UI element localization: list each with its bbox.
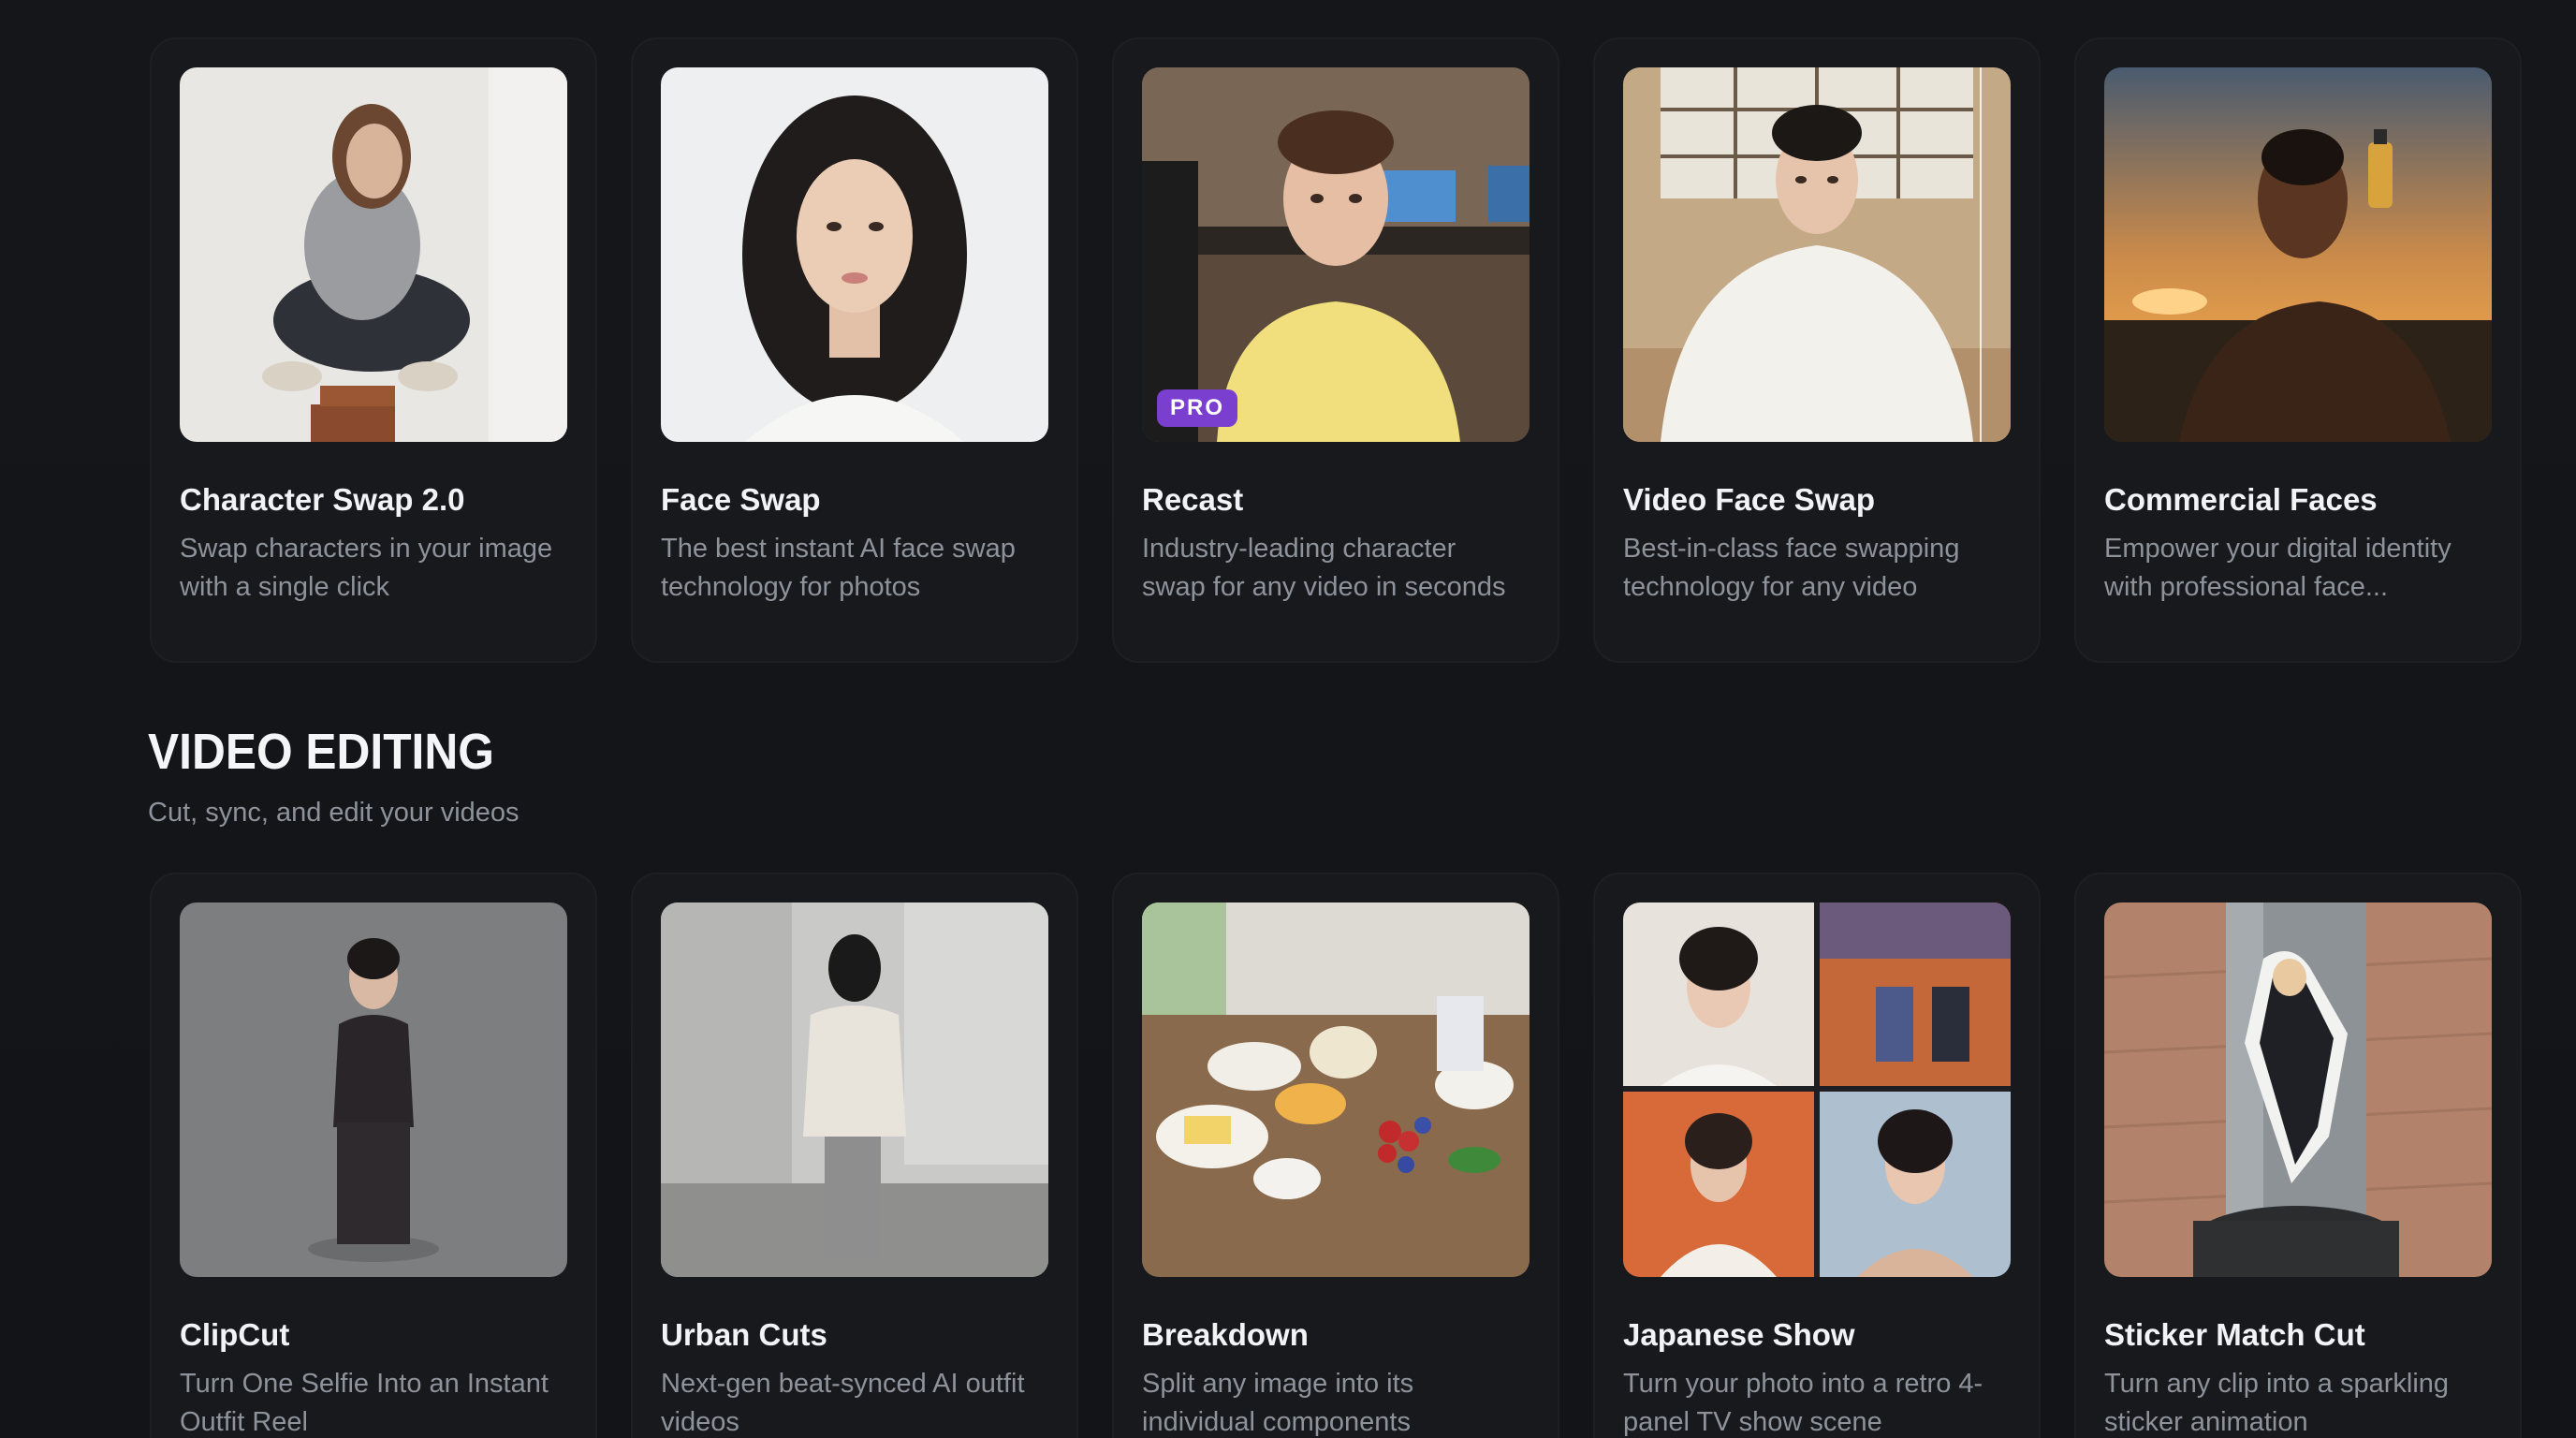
tool-card-description: Turn any clip into a sparkling sticker a…	[2104, 1368, 2450, 1437]
tool-card-description: Next-gen beat-synced AI outfit videos	[661, 1368, 1025, 1437]
video-face-swap-thumbnail	[1623, 67, 2011, 442]
page: Character Swap 2.0 Swap characters in yo…	[0, 0, 2576, 1438]
tool-card-face-swap[interactable]: Face Swap The best instant AI face swap …	[631, 37, 1078, 663]
tool-card-description: Split any image into its individual comp…	[1142, 1368, 1414, 1437]
tool-card-description: Turn One Selfie Into an Instant Outfit R…	[180, 1368, 549, 1437]
tool-card-title: Video Face Swap	[1623, 482, 1875, 517]
tool-card-title: Face Swap	[661, 482, 821, 517]
tool-card-japanese-show[interactable]: Japanese Show Turn your photo into a ret…	[1593, 873, 2041, 1438]
tool-card-title: Recast	[1142, 482, 1244, 517]
tool-card-character-swap[interactable]: Character Swap 2.0 Swap characters in yo…	[150, 37, 597, 663]
tool-card-description: Turn your photo into a retro 4- panel TV…	[1623, 1368, 1983, 1437]
tool-card-title: ClipCut	[180, 1317, 290, 1352]
tool-card-commercial-faces[interactable]: Commercial Faces Empower your digital id…	[2074, 37, 2522, 663]
section-header-video-editing: VIDEO EDITING Cut, sync, and edit your v…	[148, 723, 524, 829]
clipcut-thumbnail	[180, 902, 567, 1277]
pro-badge: PRO	[1157, 389, 1238, 427]
tool-card-description: Swap characters in your image with a sin…	[180, 533, 553, 602]
tool-card-title: Urban Cuts	[661, 1317, 827, 1352]
tool-card-description: Empower your digital identity with profe…	[2104, 533, 2452, 602]
tool-card-title: Commercial Faces	[2104, 482, 2378, 517]
face-swap-thumbnail	[661, 67, 1048, 442]
tool-grid-video-editing: ClipCut Turn One Selfie Into an Instant …	[150, 873, 2524, 1438]
section-title: VIDEO EDITING	[148, 724, 494, 780]
tool-card-description: Best-in-class face swapping technology f…	[1623, 533, 1960, 602]
breakdown-thumbnail	[1142, 902, 1530, 1277]
tool-card-urban-cuts[interactable]: Urban Cuts Next-gen beat-synced AI outfi…	[631, 873, 1078, 1438]
tool-card-title: Character Swap 2.0	[180, 482, 465, 517]
tool-card-sticker-match-cut[interactable]: Sticker Match Cut Turn any clip into a s…	[2074, 873, 2522, 1438]
tool-card-title: Breakdown	[1142, 1317, 1309, 1352]
tool-grid-top: Character Swap 2.0 Swap characters in yo…	[150, 37, 2524, 663]
urban-cuts-thumbnail	[661, 902, 1048, 1277]
character-swap-thumbnail	[180, 67, 567, 442]
tool-card-video-face-swap[interactable]: Video Face Swap Best-in-class face swapp…	[1593, 37, 2041, 663]
tool-card-title: Sticker Match Cut	[2104, 1317, 2365, 1352]
tool-card-description: The best instant AI face swap technology…	[661, 533, 1016, 602]
recast-thumbnail: PRO	[1142, 67, 1530, 442]
tool-card-recast[interactable]: PRO Recast Industry-leading character sw…	[1112, 37, 1559, 663]
tool-card-breakdown[interactable]: Breakdown Split any image into its indiv…	[1112, 873, 1559, 1438]
section-subtitle: Cut, sync, and edit your videos	[148, 798, 520, 828]
commercial-faces-thumbnail	[2104, 67, 2492, 442]
japanese-show-thumbnail	[1623, 902, 2011, 1277]
tool-card-clipcut[interactable]: ClipCut Turn One Selfie Into an Instant …	[150, 873, 597, 1438]
tool-card-description: Industry-leading character swap for any …	[1142, 533, 1506, 602]
sticker-match-cut-thumbnail	[2104, 902, 2492, 1277]
tool-card-title: Japanese Show	[1623, 1317, 1855, 1352]
